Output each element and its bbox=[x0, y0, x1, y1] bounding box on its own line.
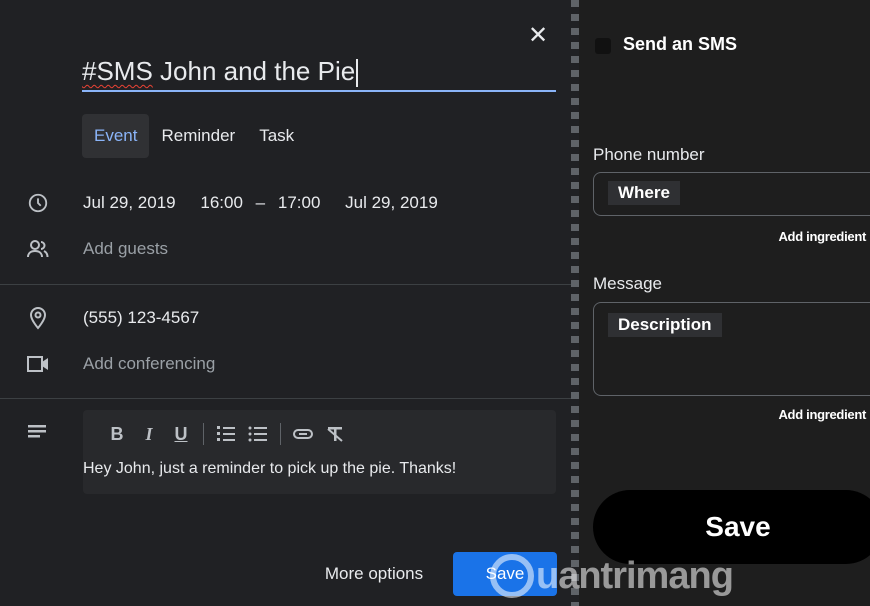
event-title-input[interactable]: #SMS John and the Pie bbox=[82, 54, 556, 92]
sms-applet-panel: Send an SMS Phone number Where Add ingre… bbox=[579, 0, 870, 606]
tab-reminder[interactable]: Reminder bbox=[149, 114, 247, 158]
message-label: Message bbox=[593, 274, 662, 293]
bold-icon[interactable]: B bbox=[101, 420, 133, 448]
event-editor-panel: ✕ #SMS John and the Pie Event Reminder T… bbox=[0, 0, 572, 606]
add-conferencing[interactable]: Add conferencing bbox=[83, 354, 215, 374]
description-text[interactable]: Hey John, just a reminder to pick up the… bbox=[83, 460, 456, 478]
event-type-tabs: Event Reminder Task bbox=[82, 114, 306, 158]
time-range-dash: – bbox=[255, 193, 266, 212]
message-ingredient-chip[interactable]: Description bbox=[608, 313, 722, 337]
start-time[interactable]: 16:00 bbox=[200, 193, 243, 212]
save-button[interactable]: Save bbox=[453, 552, 557, 596]
location-value[interactable]: (555) 123-4567 bbox=[83, 308, 199, 328]
more-options-button[interactable]: More options bbox=[300, 552, 448, 596]
sms-save-button[interactable]: Save bbox=[593, 490, 870, 564]
italic-icon[interactable]: I bbox=[133, 420, 165, 448]
add-guests-input[interactable]: Add guests bbox=[83, 239, 168, 259]
sms-title: Send an SMS bbox=[623, 34, 738, 54]
link-icon[interactable] bbox=[287, 420, 319, 448]
tab-task[interactable]: Task bbox=[247, 114, 306, 158]
description-editor[interactable]: B I U Hey John, just a reminder to pick … bbox=[83, 410, 556, 494]
phone-number-field[interactable]: Where bbox=[593, 172, 870, 216]
toolbar-separator bbox=[280, 423, 281, 445]
end-time[interactable]: 17:00 bbox=[278, 193, 321, 212]
sms-service-icon bbox=[595, 38, 611, 54]
conferencing-row[interactable]: Add conferencing bbox=[0, 344, 572, 384]
start-date[interactable]: Jul 29, 2019 bbox=[83, 193, 176, 212]
title-text: John and the Pie bbox=[152, 56, 356, 86]
bulleted-list-icon[interactable] bbox=[242, 420, 274, 448]
datetime-values: Jul 29, 2019 16:00 – 17:00 Jul 29, 2019 bbox=[83, 193, 458, 213]
dashed-divider bbox=[571, 0, 579, 606]
close-icon[interactable]: ✕ bbox=[526, 24, 550, 48]
title-hashtag: #SMS bbox=[82, 56, 153, 86]
message-field[interactable]: Description bbox=[593, 302, 870, 396]
clock-icon bbox=[26, 191, 50, 215]
datetime-row: Jul 29, 2019 16:00 – 17:00 Jul 29, 2019 bbox=[0, 183, 572, 223]
guests-row[interactable]: Add guests bbox=[0, 229, 572, 269]
description-icon bbox=[26, 422, 50, 446]
add-ingredient-link-message[interactable]: Add ingredient bbox=[778, 407, 866, 422]
end-date[interactable]: Jul 29, 2019 bbox=[345, 193, 438, 212]
phone-number-label: Phone number bbox=[593, 145, 705, 164]
location-row[interactable]: (555) 123-4567 bbox=[0, 298, 572, 338]
add-ingredient-link-phone[interactable]: Add ingredient bbox=[778, 229, 866, 244]
formatting-toolbar: B I U bbox=[101, 420, 351, 448]
location-pin-icon bbox=[26, 306, 50, 330]
phone-ingredient-chip[interactable]: Where bbox=[608, 181, 680, 205]
clear-formatting-icon[interactable] bbox=[319, 420, 351, 448]
tab-event[interactable]: Event bbox=[82, 114, 150, 158]
text-caret bbox=[356, 59, 359, 88]
underline-icon[interactable]: U bbox=[165, 420, 197, 448]
video-camera-icon bbox=[26, 352, 50, 376]
numbered-list-icon[interactable] bbox=[210, 420, 242, 448]
toolbar-separator bbox=[203, 423, 204, 445]
divider bbox=[0, 284, 572, 285]
people-icon bbox=[26, 237, 50, 261]
divider bbox=[0, 398, 572, 399]
